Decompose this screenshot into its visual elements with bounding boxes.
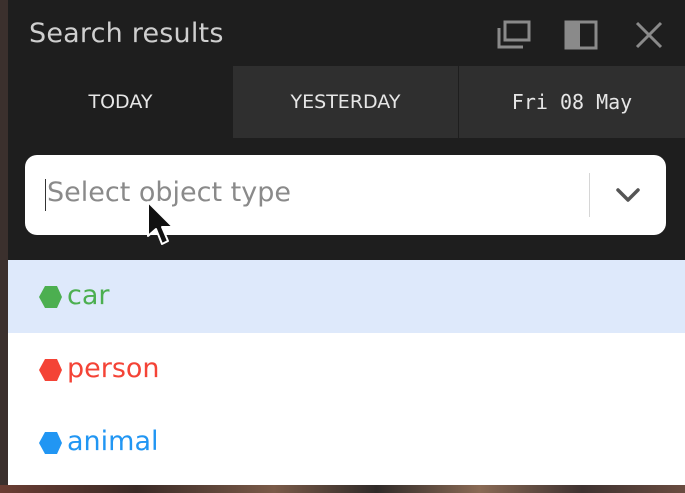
option-label: person (67, 353, 160, 384)
tab-date[interactable]: Fri 08 May (458, 66, 685, 138)
tab-today[interactable]: TODAY (8, 66, 233, 138)
object-type-menu: car person animal (8, 260, 685, 488)
option-person[interactable]: person (8, 333, 685, 406)
text-caret (45, 179, 46, 211)
dock-panel-icon (564, 20, 598, 50)
hexagon-icon (39, 286, 62, 308)
restore-icon (497, 20, 531, 49)
dock-button[interactable] (563, 18, 599, 52)
object-type-select[interactable]: Select object type (25, 155, 666, 235)
search-results-panel: Search results TODAY YESTERDAY Fri 08 Ma… (8, 0, 685, 260)
tab-yesterday[interactable]: YESTERDAY (233, 66, 458, 138)
chevron-down-icon (616, 188, 640, 202)
close-button[interactable] (631, 18, 667, 52)
option-label: car (67, 280, 110, 311)
background-strip (0, 485, 685, 493)
option-car[interactable]: car (8, 260, 685, 333)
option-animal[interactable]: animal (8, 406, 685, 479)
date-tabs: TODAY YESTERDAY Fri 08 May (8, 66, 685, 138)
panel-title: Search results (29, 18, 224, 49)
mouse-pointer-icon (147, 201, 174, 245)
option-label: animal (67, 426, 159, 457)
background-edge (0, 0, 8, 493)
select-separator (589, 173, 590, 217)
hexagon-icon (39, 359, 62, 381)
close-icon (635, 21, 663, 49)
hexagon-icon (39, 432, 62, 454)
restore-button[interactable] (496, 18, 532, 52)
dropdown-toggle[interactable] (613, 182, 643, 208)
